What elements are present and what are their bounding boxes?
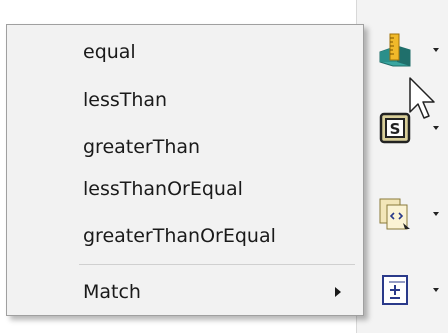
menu-item-label: equal xyxy=(83,41,136,63)
menu-item-label: greaterThanOrEqual xyxy=(83,225,276,247)
toolbar: S xyxy=(356,0,448,333)
menu-item-label: lessThanOrEqual xyxy=(83,178,243,200)
menu-item-match[interactable]: Match xyxy=(9,271,361,313)
measure-ruler-icon xyxy=(379,33,411,67)
dropdown-arrow-icon[interactable] xyxy=(433,126,439,130)
menu-item-greaterthan[interactable]: greaterThan xyxy=(9,126,361,168)
menu-item-label: Match xyxy=(83,281,141,303)
dropdown-arrow-icon[interactable] xyxy=(433,212,439,216)
context-menu: equal lessThan greaterThan lessThanOrEqu… xyxy=(6,24,364,316)
measure-tool-button[interactable] xyxy=(363,22,445,78)
code-document-icon xyxy=(379,198,410,230)
dropdown-arrow-icon[interactable] xyxy=(433,288,439,292)
submenu-arrow-icon xyxy=(335,287,341,297)
menu-item-label: lessThan xyxy=(83,89,168,111)
plus-minus-box-icon xyxy=(382,275,408,305)
menu-item-label: greaterThan xyxy=(83,136,201,158)
menu-item-lessthan[interactable]: lessThan xyxy=(9,79,361,121)
dropdown-arrow-icon[interactable] xyxy=(433,48,439,52)
svg-text:S: S xyxy=(390,120,401,138)
code-doc-tool-button[interactable] xyxy=(363,186,445,242)
mouse-pointer-icon xyxy=(409,77,435,119)
menu-separator xyxy=(79,264,355,265)
menu-item-equal[interactable]: equal xyxy=(9,31,361,73)
screen: S equal lessThan greaterThan lessThanOrE… xyxy=(0,0,448,333)
menu-item-greaterthanorequal[interactable]: greaterThanOrEqual xyxy=(9,215,361,257)
plus-minus-tool-button[interactable] xyxy=(363,262,445,318)
menu-item-lessthanorequal[interactable]: lessThanOrEqual xyxy=(9,168,361,210)
